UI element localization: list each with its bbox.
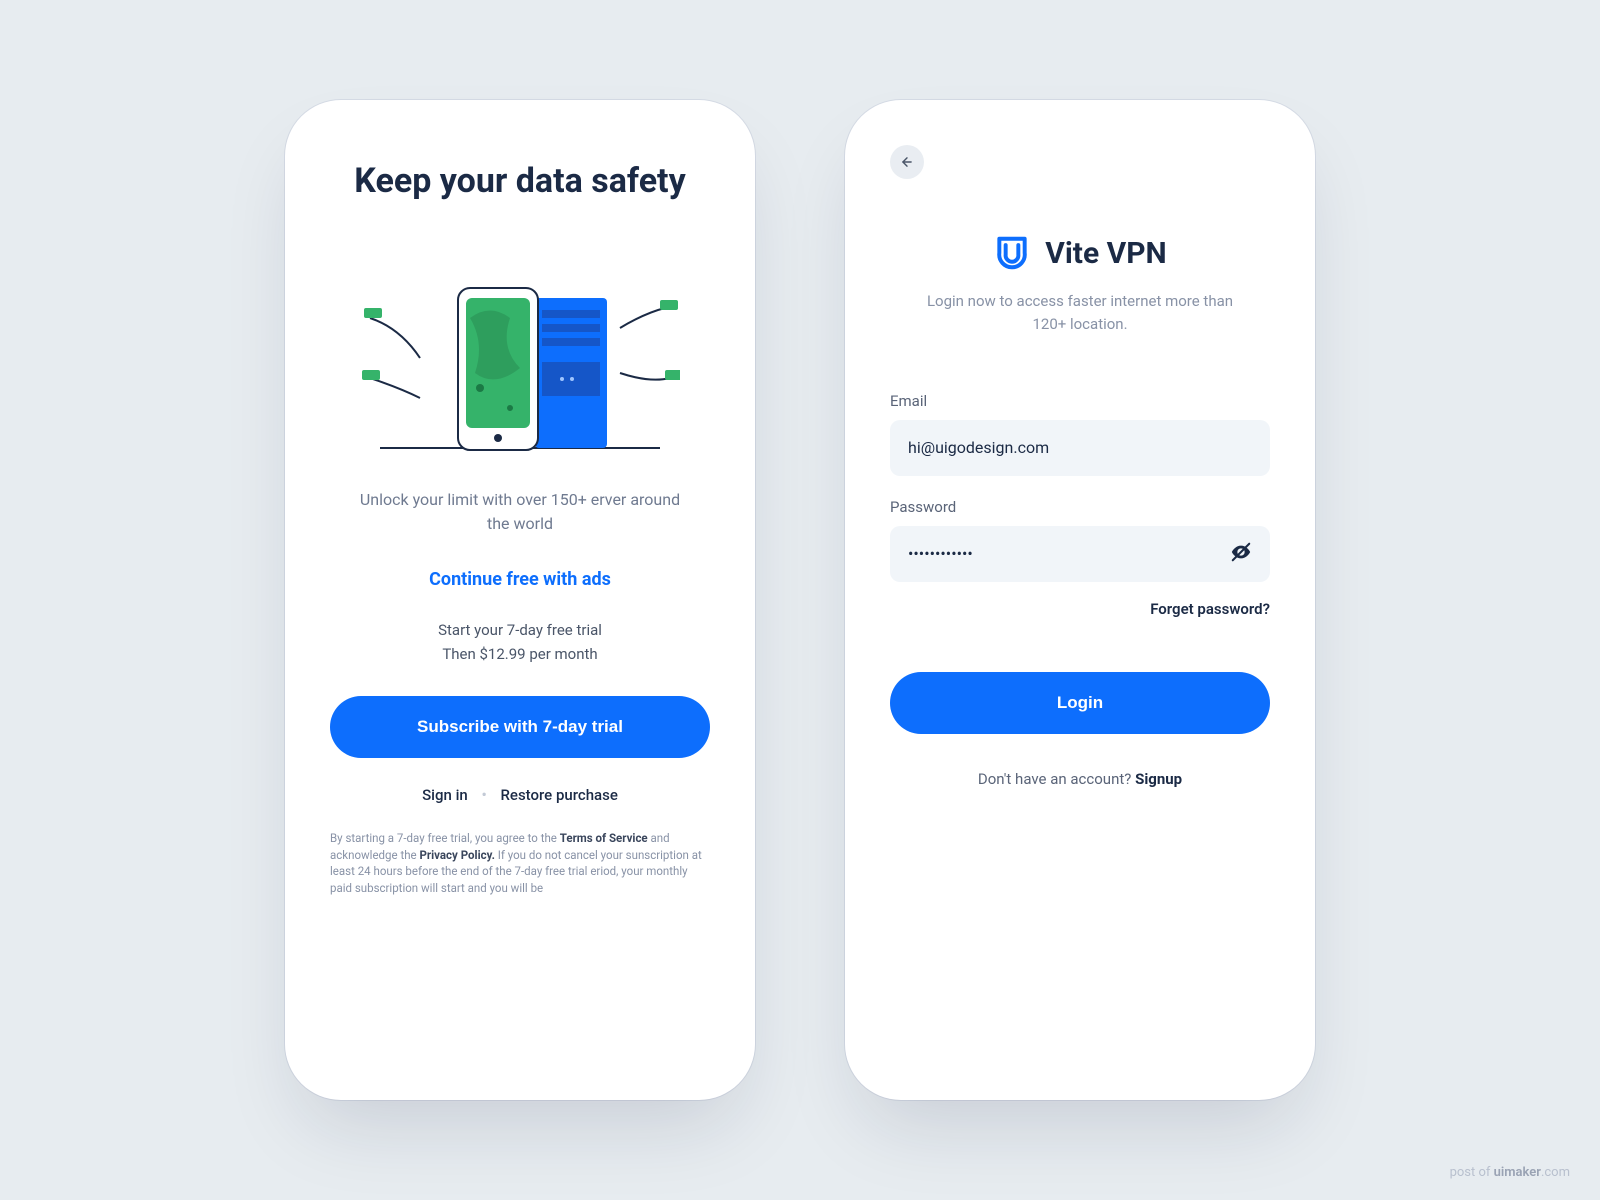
subtitle-text: Unlock your limit with over 150+ erver a… bbox=[330, 488, 710, 538]
toggle-password-visibility[interactable] bbox=[1230, 541, 1252, 567]
email-field[interactable] bbox=[890, 420, 1270, 476]
password-input[interactable] bbox=[908, 544, 1252, 563]
trial-line-2: Then $12.99 per month bbox=[330, 642, 710, 666]
watermark: post of uimaker.com bbox=[1450, 1165, 1570, 1180]
logo-row: Vite VPN bbox=[890, 234, 1270, 272]
login-button[interactable]: Login bbox=[890, 672, 1270, 734]
email-label: Email bbox=[890, 392, 1270, 410]
onboarding-screen: Keep your data safety bbox=[285, 100, 755, 1100]
hero-illustration bbox=[360, 248, 680, 458]
privacy-link[interactable]: Privacy Policy. bbox=[420, 848, 495, 862]
password-field[interactable] bbox=[890, 526, 1270, 582]
signup-row: Don't have an account? Signup bbox=[890, 770, 1270, 788]
forgot-password-link[interactable]: Forget password? bbox=[890, 600, 1270, 618]
app-name: Vite VPN bbox=[1045, 236, 1166, 271]
password-label: Password bbox=[890, 498, 1270, 516]
eye-off-icon bbox=[1230, 541, 1252, 563]
restore-purchase-link[interactable]: Restore purchase bbox=[500, 786, 617, 804]
divider-dot: • bbox=[482, 786, 487, 804]
legal-text: By starting a 7-day free trial, you agre… bbox=[330, 830, 710, 897]
email-input[interactable] bbox=[908, 438, 1252, 457]
signup-link[interactable]: Signup bbox=[1135, 770, 1182, 788]
back-button[interactable] bbox=[890, 145, 924, 179]
subscribe-button[interactable]: Subscribe with 7-day trial bbox=[330, 696, 710, 758]
page-title: Keep your data safety bbox=[330, 160, 710, 203]
continue-free-link[interactable]: Continue free with ads bbox=[330, 569, 710, 590]
signup-prefix: Don't have an account? bbox=[978, 770, 1135, 788]
login-subtitle: Login now to access faster internet more… bbox=[890, 290, 1270, 337]
login-screen: Vite VPN Login now to access faster inte… bbox=[845, 100, 1315, 1100]
trial-line-1: Start your 7-day free trial bbox=[330, 618, 710, 642]
sign-in-link[interactable]: Sign in bbox=[422, 786, 468, 804]
trial-info: Start your 7-day free trial Then $12.99 … bbox=[330, 618, 710, 666]
tos-link[interactable]: Terms of Service bbox=[560, 831, 648, 845]
arrow-left-icon bbox=[900, 155, 914, 169]
shield-logo-icon bbox=[993, 234, 1031, 272]
bottom-links: Sign in • Restore purchase bbox=[330, 786, 710, 804]
